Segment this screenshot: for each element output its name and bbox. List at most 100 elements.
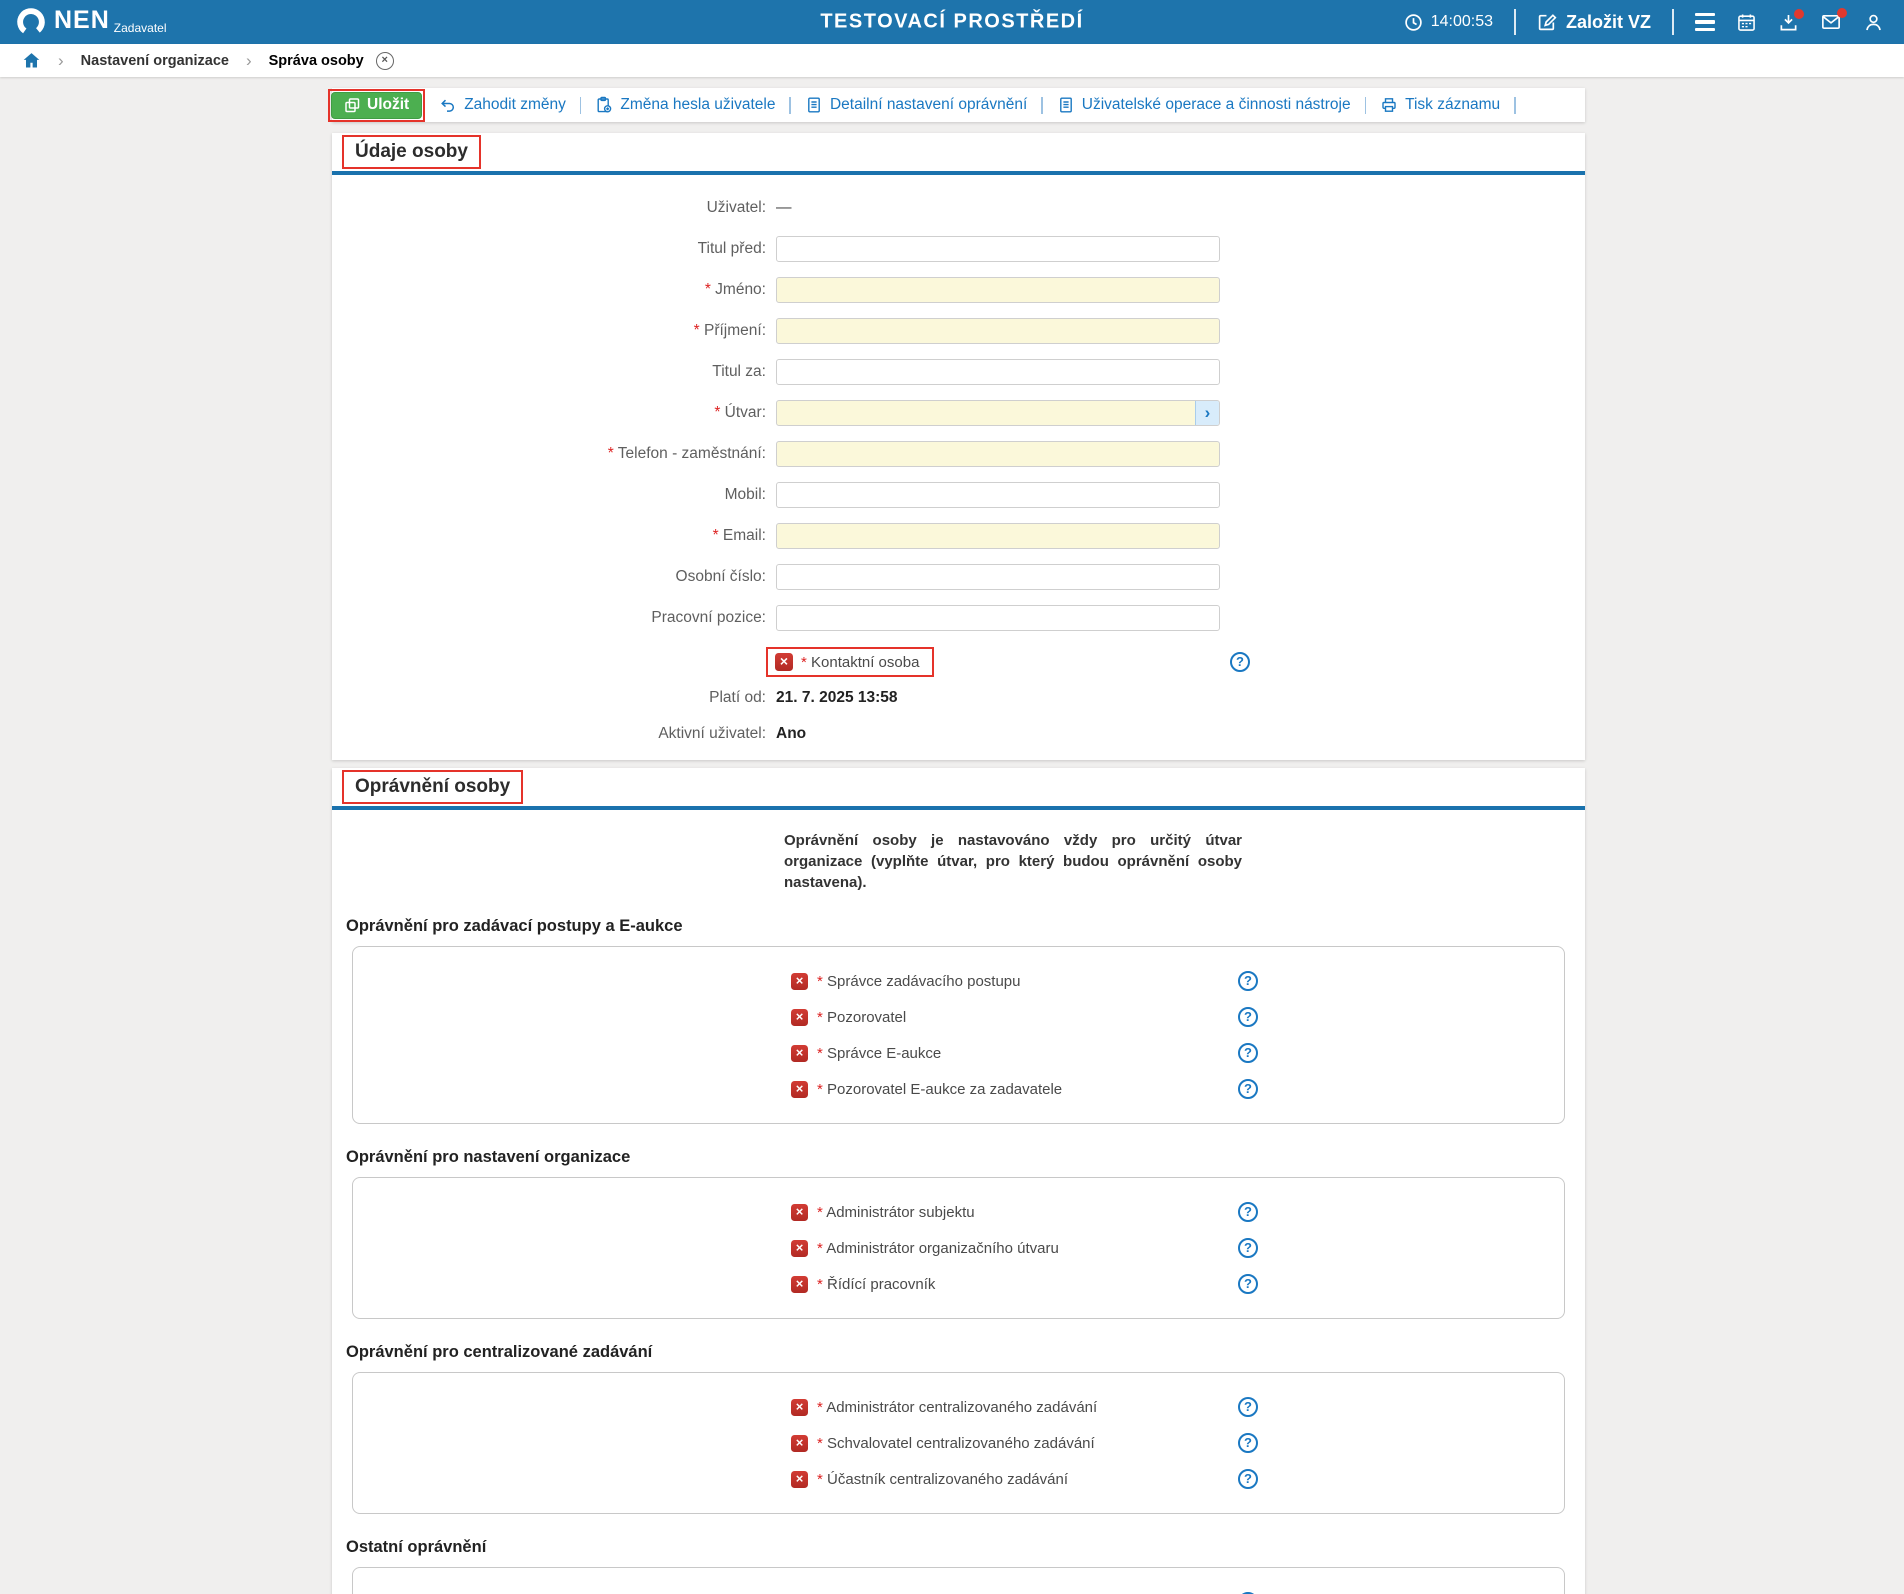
permission-group-heading: Oprávnění pro zadávací postupy a E-aukce (346, 917, 1585, 936)
required-asterisk: * (817, 1081, 827, 1098)
contact-person-label: * Kontaktní osoba (801, 654, 919, 671)
menu-icon[interactable] (1695, 13, 1715, 31)
input-osobni-cislo[interactable] (776, 564, 1220, 590)
required-asterisk: * (705, 281, 715, 298)
permission-label: * Pozorovatel E-aukce za zadavatele (817, 1081, 1062, 1098)
create-vz-button[interactable]: Založit VZ (1537, 12, 1651, 33)
picker-button-utvar[interactable]: › (1195, 401, 1219, 425)
required-asterisk: * (817, 1240, 826, 1257)
permission-row: × * Administrátor organizačního útvaru? (353, 1230, 1564, 1266)
contact-person-checkbox[interactable]: × (775, 653, 793, 671)
input-prijmeni[interactable] (776, 318, 1220, 344)
session-time-value: 14:00:53 (1431, 13, 1493, 31)
discard-changes-button[interactable]: Zahodit změny (439, 96, 566, 114)
help-icon[interactable]: ? (1238, 1238, 1258, 1258)
permission-group-heading: Oprávnění pro nastavení organizace (346, 1148, 1585, 1167)
permission-label: * Administrátor organizačního útvaru (817, 1240, 1059, 1257)
person-data-section: Údaje osoby Uživatel:—Titul před:* Jméno… (332, 133, 1585, 760)
detailed-permissions-button[interactable]: Detailní nastavení oprávnění (805, 96, 1027, 114)
person-form: Uživatel:—Titul před:* Jméno:* Příjmení:… (332, 175, 1585, 638)
help-icon[interactable]: ? (1238, 1043, 1258, 1063)
form-row-jmeno: * Jméno: (332, 269, 1585, 310)
breadcrumb-item-sprava-osoby[interactable]: Správa osoby (269, 53, 364, 69)
nen-brand[interactable]: NEN Zadavatel (14, 5, 167, 39)
permission-label: * Správce zadávacího postupu (817, 973, 1020, 990)
permission-row: × * Správce zadávacího postupu? (353, 963, 1564, 999)
annotation-box-opravneni-osoby: Oprávnění osoby (342, 770, 523, 804)
notification-dot (1794, 9, 1804, 19)
required-asterisk: * (713, 527, 723, 544)
notification-dot (1837, 8, 1847, 18)
permission-checkbox[interactable]: × (791, 1081, 808, 1098)
form-row-telefon-zamestnani: * Telefon - zaměstnání: (332, 433, 1585, 474)
help-icon[interactable]: ? (1238, 1433, 1258, 1453)
input-titul-pred[interactable] (776, 236, 1220, 262)
help-icon[interactable]: ? (1230, 652, 1250, 672)
required-asterisk: * (817, 1399, 826, 1416)
breadcrumb: › Nastavení organizace › Správa osoby × (0, 44, 1904, 77)
input-pracovni-pozice[interactable] (776, 605, 1220, 631)
permission-checkbox[interactable]: × (791, 1240, 808, 1257)
input-telefon-zamestnani[interactable] (776, 441, 1220, 467)
field-label-email: * Email: (332, 527, 776, 545)
required-asterisk: * (817, 1471, 827, 1488)
save-button[interactable]: Uložit (331, 92, 422, 119)
permission-checkbox[interactable]: × (791, 1009, 808, 1026)
help-icon[interactable]: ? (1238, 1007, 1258, 1027)
permission-label: * Správce E-aukce (817, 1045, 941, 1062)
section-title: Oprávnění osoby (355, 776, 510, 797)
permission-checkbox[interactable]: × (791, 1399, 808, 1416)
document-icon (1057, 96, 1075, 114)
help-icon[interactable]: ? (1238, 1079, 1258, 1099)
help-icon[interactable]: ? (1238, 1202, 1258, 1222)
permissions-note: Oprávnění osoby je nastavováno vždy pro … (784, 830, 1242, 893)
breadcrumb-item-nastaveni-organizace[interactable]: Nastavení organizace (81, 53, 229, 69)
permission-checkbox[interactable]: × (791, 1045, 808, 1062)
section-header: Oprávnění osoby (332, 768, 1585, 806)
permission-row: ×* Administrátor centralizovaného zadává… (353, 1389, 1564, 1425)
printer-icon (1380, 96, 1398, 114)
permission-group-heading: Ostatní oprávnění (346, 1538, 1585, 1557)
toolbar-divider (789, 97, 791, 114)
messages-icon[interactable] (1820, 11, 1842, 33)
permission-checkbox[interactable]: × (791, 973, 808, 990)
permission-checkbox[interactable]: × (791, 1204, 808, 1221)
help-icon[interactable]: ? (1238, 1397, 1258, 1417)
permission-checkbox[interactable]: × (791, 1471, 808, 1488)
input-mobil[interactable] (776, 482, 1220, 508)
permission-checkbox[interactable]: × (791, 1435, 808, 1452)
annotation-box-kontaktni-osoba: × * Kontaktní osoba (766, 647, 934, 677)
change-password-label: Změna hesla uživatele (620, 96, 775, 114)
save-label: Uložit (367, 96, 409, 114)
user-profile-icon[interactable] (1863, 12, 1884, 33)
help-icon[interactable]: ? (1238, 971, 1258, 991)
input-email[interactable] (776, 523, 1220, 549)
change-password-button[interactable]: Změna hesla uživatele (595, 96, 775, 114)
close-tab-icon[interactable]: × (376, 52, 394, 70)
app-header: NEN Zadavatel TESTOVACÍ PROSTŘEDÍ 14:00:… (0, 0, 1904, 44)
input-jmeno[interactable] (776, 277, 1220, 303)
environment-title: TESTOVACÍ PROSTŘEDÍ (820, 11, 1083, 34)
password-change-icon (595, 96, 613, 114)
required-asterisk: * (817, 973, 827, 990)
help-icon[interactable]: ? (1238, 1274, 1258, 1294)
permission-label: * Pozorovatel (817, 1009, 906, 1026)
valid-from-value: 21. 7. 2025 13:58 (776, 689, 898, 707)
help-icon[interactable]: ? (1238, 1469, 1258, 1489)
input-utvar[interactable] (776, 400, 1220, 426)
field-label-osobni-cislo: Osobní číslo: (332, 568, 776, 586)
input-titul-za[interactable] (776, 359, 1220, 385)
calendar-icon[interactable] (1736, 12, 1757, 33)
form-row-email: * Email: (332, 515, 1585, 556)
home-icon[interactable] (22, 51, 41, 70)
nen-logo-icon (14, 5, 48, 39)
permission-row: ×* Řídící pracovník? (353, 1266, 1564, 1302)
permission-checkbox[interactable]: × (791, 1276, 808, 1293)
session-time: 14:00:53 (1404, 13, 1493, 32)
permission-label: * Účastník centralizovaného zadávání (817, 1471, 1068, 1488)
downloads-icon[interactable] (1778, 12, 1799, 33)
user-operations-button[interactable]: Uživatelské operace a činnosti nástroje (1057, 96, 1351, 114)
brand-name: NEN (54, 5, 110, 35)
field-value-uzivatel: — (776, 199, 792, 217)
print-record-button[interactable]: Tisk záznamu (1380, 96, 1500, 114)
